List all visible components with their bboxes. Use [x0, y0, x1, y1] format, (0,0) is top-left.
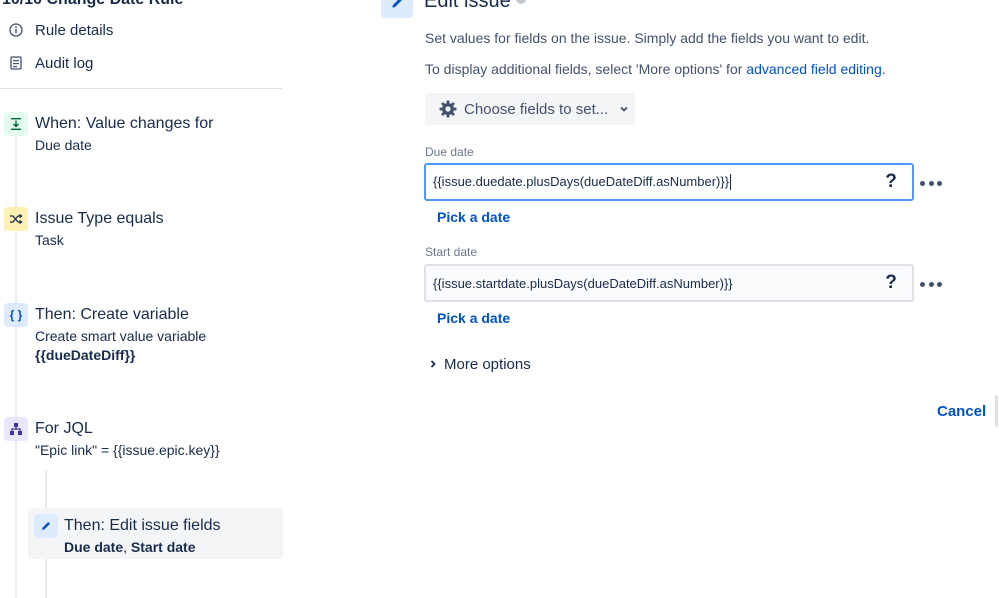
text-caret — [730, 174, 732, 191]
step-trigger-title: When: Value changes for — [35, 115, 214, 132]
more-options-label: More options — [444, 355, 531, 373]
choose-fields-label: Choose fields to set... — [464, 100, 609, 118]
step-edit-title: Then: Edit issue fields — [64, 517, 221, 534]
sidebar-divider — [0, 88, 282, 89]
shuffle-icon — [4, 207, 28, 231]
cancel-button[interactable]: Cancel — [937, 403, 986, 420]
step-create-variable[interactable]: { } Then: Create variable Create smart v… — [4, 303, 274, 367]
rule-sidebar: 10/10 Change Date Rule Rule details Audi… — [0, 0, 290, 598]
start-date-label: Start date — [425, 245, 478, 259]
gear-icon — [438, 99, 458, 119]
edit-description-advanced: To display additional fields, select 'Mo… — [425, 61, 886, 77]
help-icon[interactable]: ? — [880, 171, 902, 193]
rule-title: 10/10 Change Date Rule — [2, 0, 183, 9]
start-date-input[interactable]: {{issue.startdate.plusDays(dueDateDiff.a… — [424, 264, 914, 302]
step-branch-jql[interactable]: For JQL "Epic link" = {{issue.epic.key}} — [4, 417, 274, 465]
choose-fields-button[interactable]: Choose fields to set... — [425, 93, 635, 125]
chevron-down-icon — [618, 103, 630, 115]
advanced-prefix: To display additional fields, select 'Mo… — [425, 61, 747, 77]
trigger-icon — [4, 112, 28, 136]
hierarchy-icon — [4, 417, 28, 441]
start-date-value: {{issue.startdate.plusDays(dueDateDiff.a… — [433, 275, 733, 291]
step-edit-subtitle: Due date, Start date — [64, 539, 195, 555]
more-options-toggle[interactable]: More options — [428, 354, 531, 374]
nav-audit-log-label: Audit log — [35, 54, 94, 72]
step-condition-title: Issue Type equals — [35, 210, 164, 227]
step-branch-subtitle: "Epic link" = {{issue.epic.key}} — [35, 442, 220, 458]
edit-description: Set values for fields on the issue. Simp… — [425, 30, 870, 46]
step-condition[interactable]: Issue Type equals Task — [4, 207, 274, 255]
due-date-pick-link[interactable]: Pick a date — [437, 209, 510, 225]
edit-header-pencil-icon — [381, 0, 413, 18]
step-trigger-subtitle: Due date — [35, 137, 92, 153]
due-date-input[interactable]: {{issue.duedate.plusDays(dueDateDiff.asN… — [424, 163, 914, 201]
nav-rule-details-label: Rule details — [35, 21, 114, 39]
step-edit-issue-fields[interactable]: Then: Edit issue fields Due date, Start … — [28, 508, 283, 559]
info-icon — [8, 22, 24, 38]
step-variable-detail: {{dueDateDiff}} — [35, 347, 136, 363]
title-status-icon — [516, 0, 526, 4]
step-variable-title: Then: Create variable — [35, 306, 189, 323]
braces-icon: { } — [4, 303, 28, 327]
step-edit-field-1: Due date — [64, 539, 124, 555]
step-variable-subtitle: Create smart value variable — [35, 328, 207, 344]
step-edit-separator: , — [123, 539, 131, 555]
step-branch-title: For JQL — [35, 420, 93, 437]
due-date-value: {{issue.duedate.plusDays(dueDateDiff.asN… — [433, 173, 730, 189]
step-condition-subtitle: Task — [35, 232, 64, 248]
scrollbar[interactable] — [995, 395, 998, 427]
chevron-right-icon — [428, 359, 438, 369]
advanced-suffix: . — [881, 61, 886, 77]
edit-panel-title: Edit issue — [424, 0, 511, 12]
nav-audit-log[interactable]: Audit log — [8, 52, 93, 74]
advanced-field-editing-link[interactable]: advanced field editing — [746, 61, 881, 77]
start-date-pick-link[interactable]: Pick a date — [437, 310, 510, 326]
due-date-more-icon[interactable] — [920, 175, 942, 191]
due-date-label: Due date — [425, 145, 474, 159]
pencil-icon — [34, 514, 58, 538]
help-icon[interactable]: ? — [880, 272, 902, 294]
step-edit-field-2: Start date — [130, 539, 196, 555]
step-trigger[interactable]: When: Value changes for Due date — [4, 112, 274, 160]
document-icon — [8, 55, 24, 71]
start-date-more-icon[interactable] — [920, 276, 942, 292]
nav-rule-details[interactable]: Rule details — [8, 19, 113, 41]
